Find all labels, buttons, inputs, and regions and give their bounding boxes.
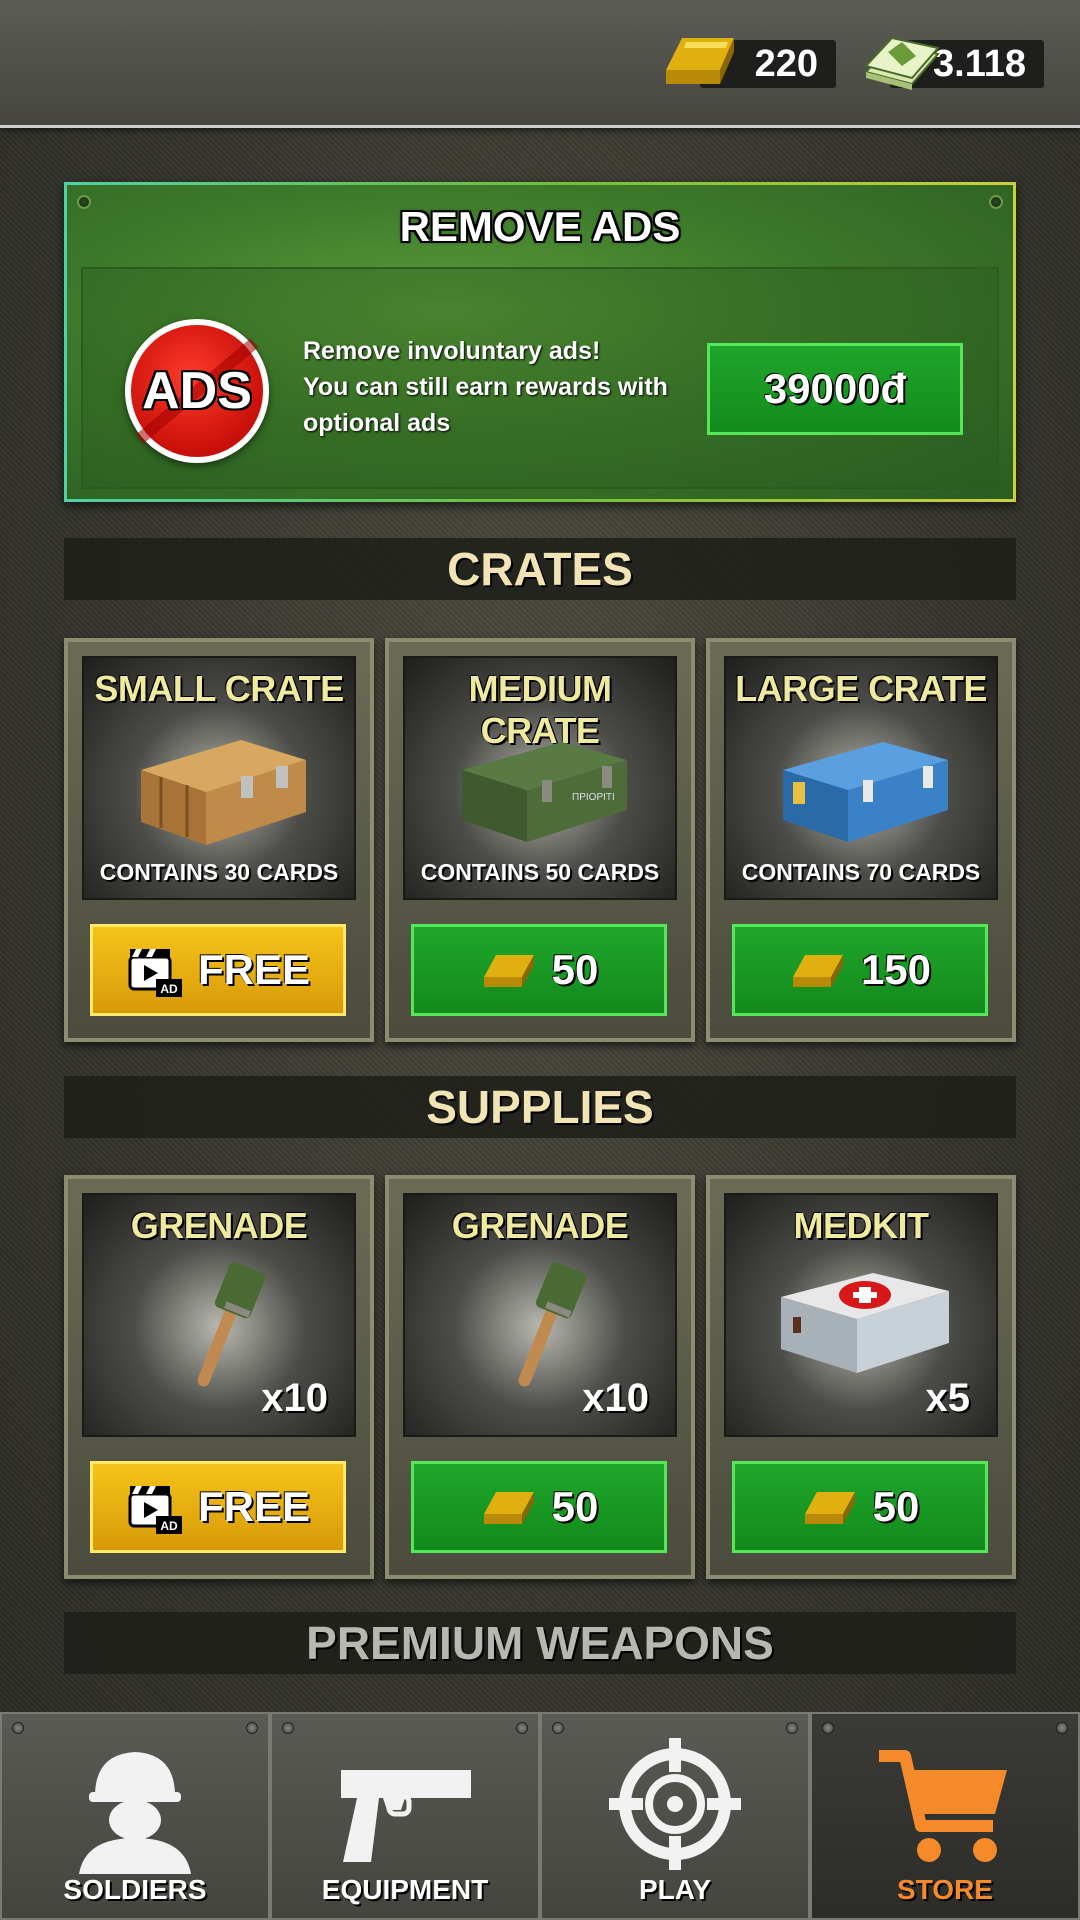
svg-text:AD: AD <box>160 1519 178 1533</box>
remove-ads-title: REMOVE ADS <box>399 203 681 250</box>
remove-ads-description: Remove involuntary ads! You can still ea… <box>303 333 703 441</box>
grenade-gold-card[interactable]: GRENADE x10 50 <box>385 1175 695 1579</box>
card-title: MEDKIT <box>793 1205 930 1246</box>
screw-decoration <box>822 1722 834 1734</box>
military-crate-icon: ΠΡΙΟΡΙΤΙ <box>462 742 627 842</box>
tab-label: EQUIPMENT <box>321 1874 489 1905</box>
card-title: GRENADE <box>130 1205 308 1246</box>
screw-decoration <box>786 1722 798 1734</box>
remove-ads-description-line: optional ads <box>303 409 451 437</box>
screw-decoration <box>1056 1722 1068 1734</box>
small-crate-card[interactable]: SMALL CRATE CONTAINS 30 CARDS AD FREE <box>64 638 374 1042</box>
card-title: SMALL CRATE <box>94 668 344 709</box>
top-bar: 220 3.118 <box>0 0 1080 128</box>
grenade-free-card[interactable]: GRENADE x10 AD FREE <box>64 1175 374 1579</box>
item-quantity: x5 <box>925 1376 971 1420</box>
card-subtitle: CONTAINS 50 CARDS <box>420 859 660 885</box>
card-title: GRENADE <box>451 1205 629 1246</box>
card-image-frame: LARGE CRATE CONTAINS 70 CARDS <box>724 656 998 900</box>
soldier-icon <box>79 1752 191 1874</box>
button-label: 50 <box>551 946 599 993</box>
buy-with-gold-button[interactable]: 50 <box>732 1461 988 1553</box>
card-image-frame: GRENADE x10 <box>403 1193 677 1437</box>
blue-crate-icon <box>783 742 948 842</box>
screw-decoration <box>246 1722 258 1734</box>
crates-header: CRATES <box>64 538 1016 600</box>
medkit-icon <box>781 1273 949 1373</box>
svg-text:AD: AD <box>160 982 178 996</box>
screw-decoration <box>282 1722 294 1734</box>
tab-label: PLAY <box>638 1874 712 1905</box>
gold-bar-icon <box>483 1492 534 1524</box>
medium-crate-card[interactable]: MEDIUM CRATE ΠΡΙΟΡΙΤΙ CONTAINS 50 CARDS … <box>385 638 695 1042</box>
remove-ads-price: 39000đ <box>763 365 907 412</box>
video-ad-icon: AD <box>128 949 182 997</box>
pistol-icon <box>341 1770 471 1862</box>
button-label: 50 <box>551 1483 599 1530</box>
grenade-icon <box>518 1262 587 1387</box>
tab-label: SOLDIERS <box>63 1874 207 1905</box>
remove-ads-description-line: Remove involuntary ads! <box>303 337 601 365</box>
bottom-navigation: SOLDIERS EQUIPMENT PLAY STORE <box>0 1712 1080 1920</box>
card-subtitle: CONTAINS 70 CARDS <box>741 859 981 885</box>
button-label: FREE <box>197 946 310 993</box>
card-image-frame: SMALL CRATE CONTAINS 30 CARDS <box>82 656 356 900</box>
screw-decoration <box>12 1722 24 1734</box>
card-title: LARGE CRATE <box>735 668 987 709</box>
remove-ads-buy-button[interactable]: 39000đ <box>707 343 963 435</box>
wooden-crate-icon <box>141 740 306 845</box>
buy-with-gold-button[interactable]: 150 <box>732 924 988 1016</box>
watch-ad-free-button[interactable]: AD FREE <box>90 1461 346 1553</box>
gold-bar-icon <box>483 955 534 987</box>
gold-bar-icon <box>804 1492 855 1524</box>
card-image-frame: GRENADE x10 <box>82 1193 356 1437</box>
supplies-header: SUPPLIES <box>64 1076 1016 1138</box>
grenade-icon <box>197 1262 266 1387</box>
no-ads-badge-text: ADS <box>142 362 252 420</box>
gold-amount: 220 <box>754 42 818 85</box>
button-label: FREE <box>197 1483 310 1530</box>
item-quantity: x10 <box>261 1376 328 1420</box>
remove-ads-description-line: You can still earn rewards with <box>303 373 668 401</box>
tab-soldiers[interactable]: SOLDIERS <box>0 1712 270 1920</box>
video-ad-icon: AD <box>128 1486 182 1534</box>
medkit-card[interactable]: MEDKIT x5 50 <box>706 1175 1016 1579</box>
watch-ad-free-button[interactable]: AD FREE <box>90 924 346 1016</box>
tab-label: STORE <box>897 1874 993 1905</box>
crosshair-icon <box>609 1738 741 1870</box>
buy-with-gold-button[interactable]: 50 <box>411 924 667 1016</box>
premium-weapons-header: PREMIUM WEAPONS <box>64 1612 1016 1674</box>
gold-bar-icon <box>666 38 734 84</box>
cash-amount: 3.118 <box>933 42 1026 85</box>
cash-stack-icon <box>864 36 940 90</box>
tab-store[interactable]: STORE <box>810 1712 1080 1920</box>
card-subtitle: CONTAINS 30 CARDS <box>99 859 339 885</box>
no-ads-icon: ADS <box>125 319 269 463</box>
remove-ads-panel: REMOVE ADS ADS Remove involuntary ads! Y… <box>64 182 1016 502</box>
button-label: 150 <box>860 946 932 993</box>
card-image-frame: MEDIUM CRATE ΠΡΙΟΡΙΤΙ CONTAINS 50 CARDS <box>403 656 677 900</box>
tab-play[interactable]: PLAY <box>540 1712 810 1920</box>
svg-text:ΠΡΙΟΡΙΤΙ: ΠΡΙΟΡΙΤΙ <box>572 792 615 803</box>
screw-decoration <box>552 1722 564 1734</box>
tab-equipment[interactable]: EQUIPMENT <box>270 1712 540 1920</box>
button-label: 50 <box>872 1483 920 1530</box>
item-quantity: x10 <box>582 1376 649 1420</box>
large-crate-card[interactable]: LARGE CRATE CONTAINS 70 CARDS 150 <box>706 638 1016 1042</box>
card-image-frame: MEDKIT x5 <box>724 1193 998 1437</box>
screw-decoration <box>516 1722 528 1734</box>
gold-bar-icon <box>792 955 843 987</box>
shopping-cart-icon <box>879 1750 1007 1862</box>
buy-with-gold-button[interactable]: 50 <box>411 1461 667 1553</box>
